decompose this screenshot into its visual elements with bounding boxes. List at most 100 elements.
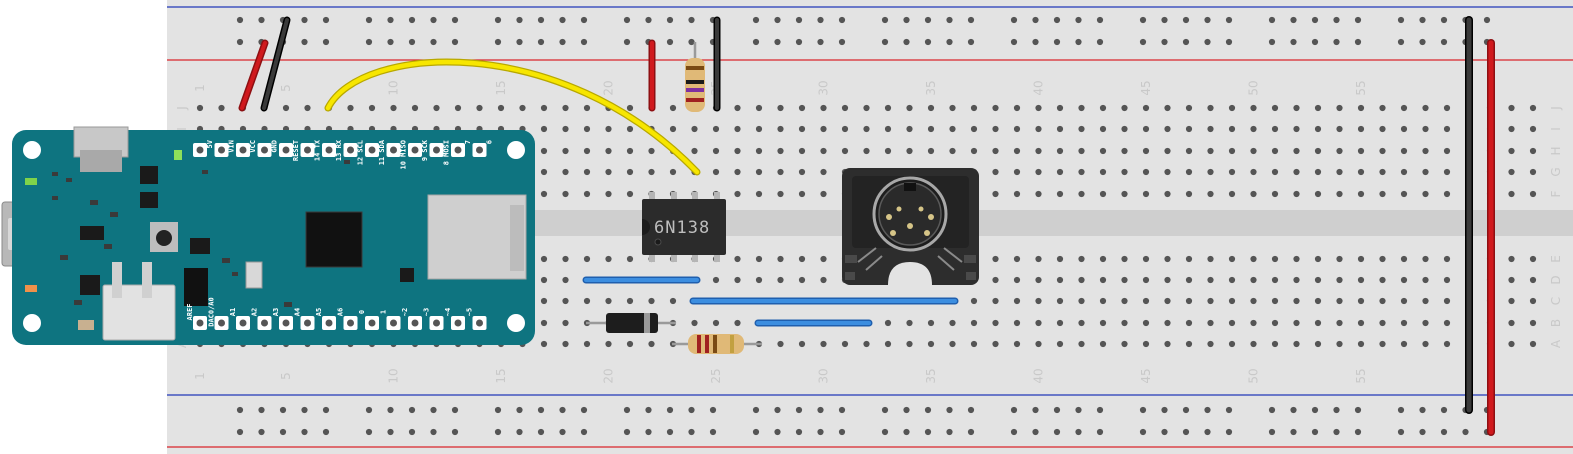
breadboard-hole <box>1271 297 1279 305</box>
breadboard-hole <box>1422 125 1429 133</box>
breadboard-hole <box>1293 255 1300 263</box>
rail-hole <box>1354 428 1362 436</box>
rail-hole <box>1268 38 1276 46</box>
header-pin-hole <box>218 146 225 154</box>
breadboard-hole <box>1271 255 1279 263</box>
breadboard-hole <box>540 255 548 263</box>
breadboard-hole <box>777 255 784 263</box>
rail-hole <box>301 16 308 24</box>
rail-hole <box>903 428 910 436</box>
breadboard-hole <box>992 168 999 176</box>
header-pin-hole <box>282 146 290 154</box>
header-pin-hole <box>304 146 311 154</box>
pin-label: A3 <box>272 308 280 316</box>
breadboard-hole <box>992 147 999 155</box>
breadboard-hole <box>1056 340 1064 348</box>
breadboard-hole <box>992 255 999 263</box>
rail-hole <box>1010 428 1018 436</box>
rail-hole <box>1161 16 1168 24</box>
breadboard-hole <box>1056 168 1064 176</box>
rail-hole <box>1333 38 1340 46</box>
breadboard-hole <box>798 340 806 348</box>
breadboard-hole <box>1185 255 1193 263</box>
rail-hole <box>580 38 588 46</box>
rail-hole <box>795 428 803 436</box>
breadboard-hole <box>282 104 290 112</box>
rail-hole <box>387 428 394 436</box>
rail-hole <box>946 16 953 24</box>
breadboard-hole <box>734 104 741 112</box>
rail-hole <box>1161 428 1168 436</box>
header-pin-hole <box>261 146 268 154</box>
rail-hole <box>881 428 889 436</box>
breadboard-hole <box>1336 297 1343 305</box>
rail-hole <box>1096 428 1104 436</box>
breadboard-hole <box>1056 319 1064 327</box>
rail-hole <box>1096 16 1104 24</box>
breadboard-hole <box>1250 125 1257 133</box>
breadboard-hole <box>1400 297 1408 305</box>
breadboard-hole <box>1336 168 1343 176</box>
rail-hole <box>236 428 244 436</box>
rail-hole <box>752 406 760 414</box>
header-pin-hole <box>325 146 333 154</box>
rail-hole <box>817 406 824 414</box>
breadboard-hole <box>1508 340 1515 348</box>
optocoupler-pin1-dot <box>654 238 662 246</box>
mount-hole <box>23 141 41 159</box>
rail-hole <box>623 16 631 24</box>
breadboard-hole <box>734 190 741 198</box>
pin-label: ~2 <box>401 308 409 316</box>
breadboard-hole <box>476 104 483 112</box>
pin-label: VIN <box>228 140 236 153</box>
rail-hole <box>795 406 803 414</box>
breadboard-hole <box>992 276 999 284</box>
rail-hole <box>1161 38 1168 46</box>
rail-hole <box>1397 428 1405 436</box>
breadboard-hole <box>712 319 720 327</box>
optocoupler-6n138[interactable]: 6N138 <box>642 192 726 262</box>
midi-din-connector[interactable] <box>842 168 979 285</box>
breadboard-hole <box>1379 147 1386 155</box>
breadboard-hole <box>1207 319 1214 327</box>
breadboard-hole <box>1400 255 1408 263</box>
breadboard-hole <box>1379 255 1386 263</box>
breadboard-hole <box>1164 147 1171 155</box>
breadboard-hole <box>1250 319 1257 327</box>
breadboard-hole <box>1400 147 1408 155</box>
rail-hole <box>451 428 459 436</box>
rail-hole <box>451 16 459 24</box>
breadboard-hole <box>1271 147 1279 155</box>
breadboard-hole <box>1056 255 1064 263</box>
breadboard-hole <box>734 255 741 263</box>
breadboard-hole <box>734 168 741 176</box>
rail-hole <box>1075 38 1082 46</box>
breadboard-hole <box>1271 168 1279 176</box>
breadboard-hole <box>626 147 634 155</box>
breadboard-hole <box>1529 340 1537 348</box>
breadboard-hole <box>1357 255 1365 263</box>
breadboard-hole <box>906 340 913 348</box>
rail-hole <box>1010 38 1018 46</box>
header-pin-hole <box>368 146 376 154</box>
breadboard-hole <box>1185 297 1193 305</box>
breadboard-hole <box>583 297 591 305</box>
rail-hole <box>1032 16 1039 24</box>
rail-hole <box>236 38 244 46</box>
rail-hole <box>838 16 846 24</box>
breadboard-hole <box>1314 319 1322 327</box>
breadboard-hole <box>605 297 612 305</box>
row-letter: A <box>1549 339 1563 348</box>
arduino-board[interactable]: 5V VIN VCC GND RESET 14 TX 13 RX 12 SCL 11 SDA 10… <box>1 126 535 345</box>
reset-button[interactable] <box>156 230 172 246</box>
resistor-band <box>686 80 704 84</box>
row-letter: G <box>1549 167 1563 176</box>
header-pin-hole <box>347 319 354 327</box>
breadboard-hole <box>841 147 849 155</box>
breadboard-hole <box>1099 319 1107 327</box>
pin-label: 14 TX <box>314 139 322 161</box>
breadboard-hole <box>196 104 204 112</box>
rail-hole <box>924 428 932 436</box>
rail-hole <box>1075 16 1082 24</box>
breadboard-hole <box>841 340 849 348</box>
